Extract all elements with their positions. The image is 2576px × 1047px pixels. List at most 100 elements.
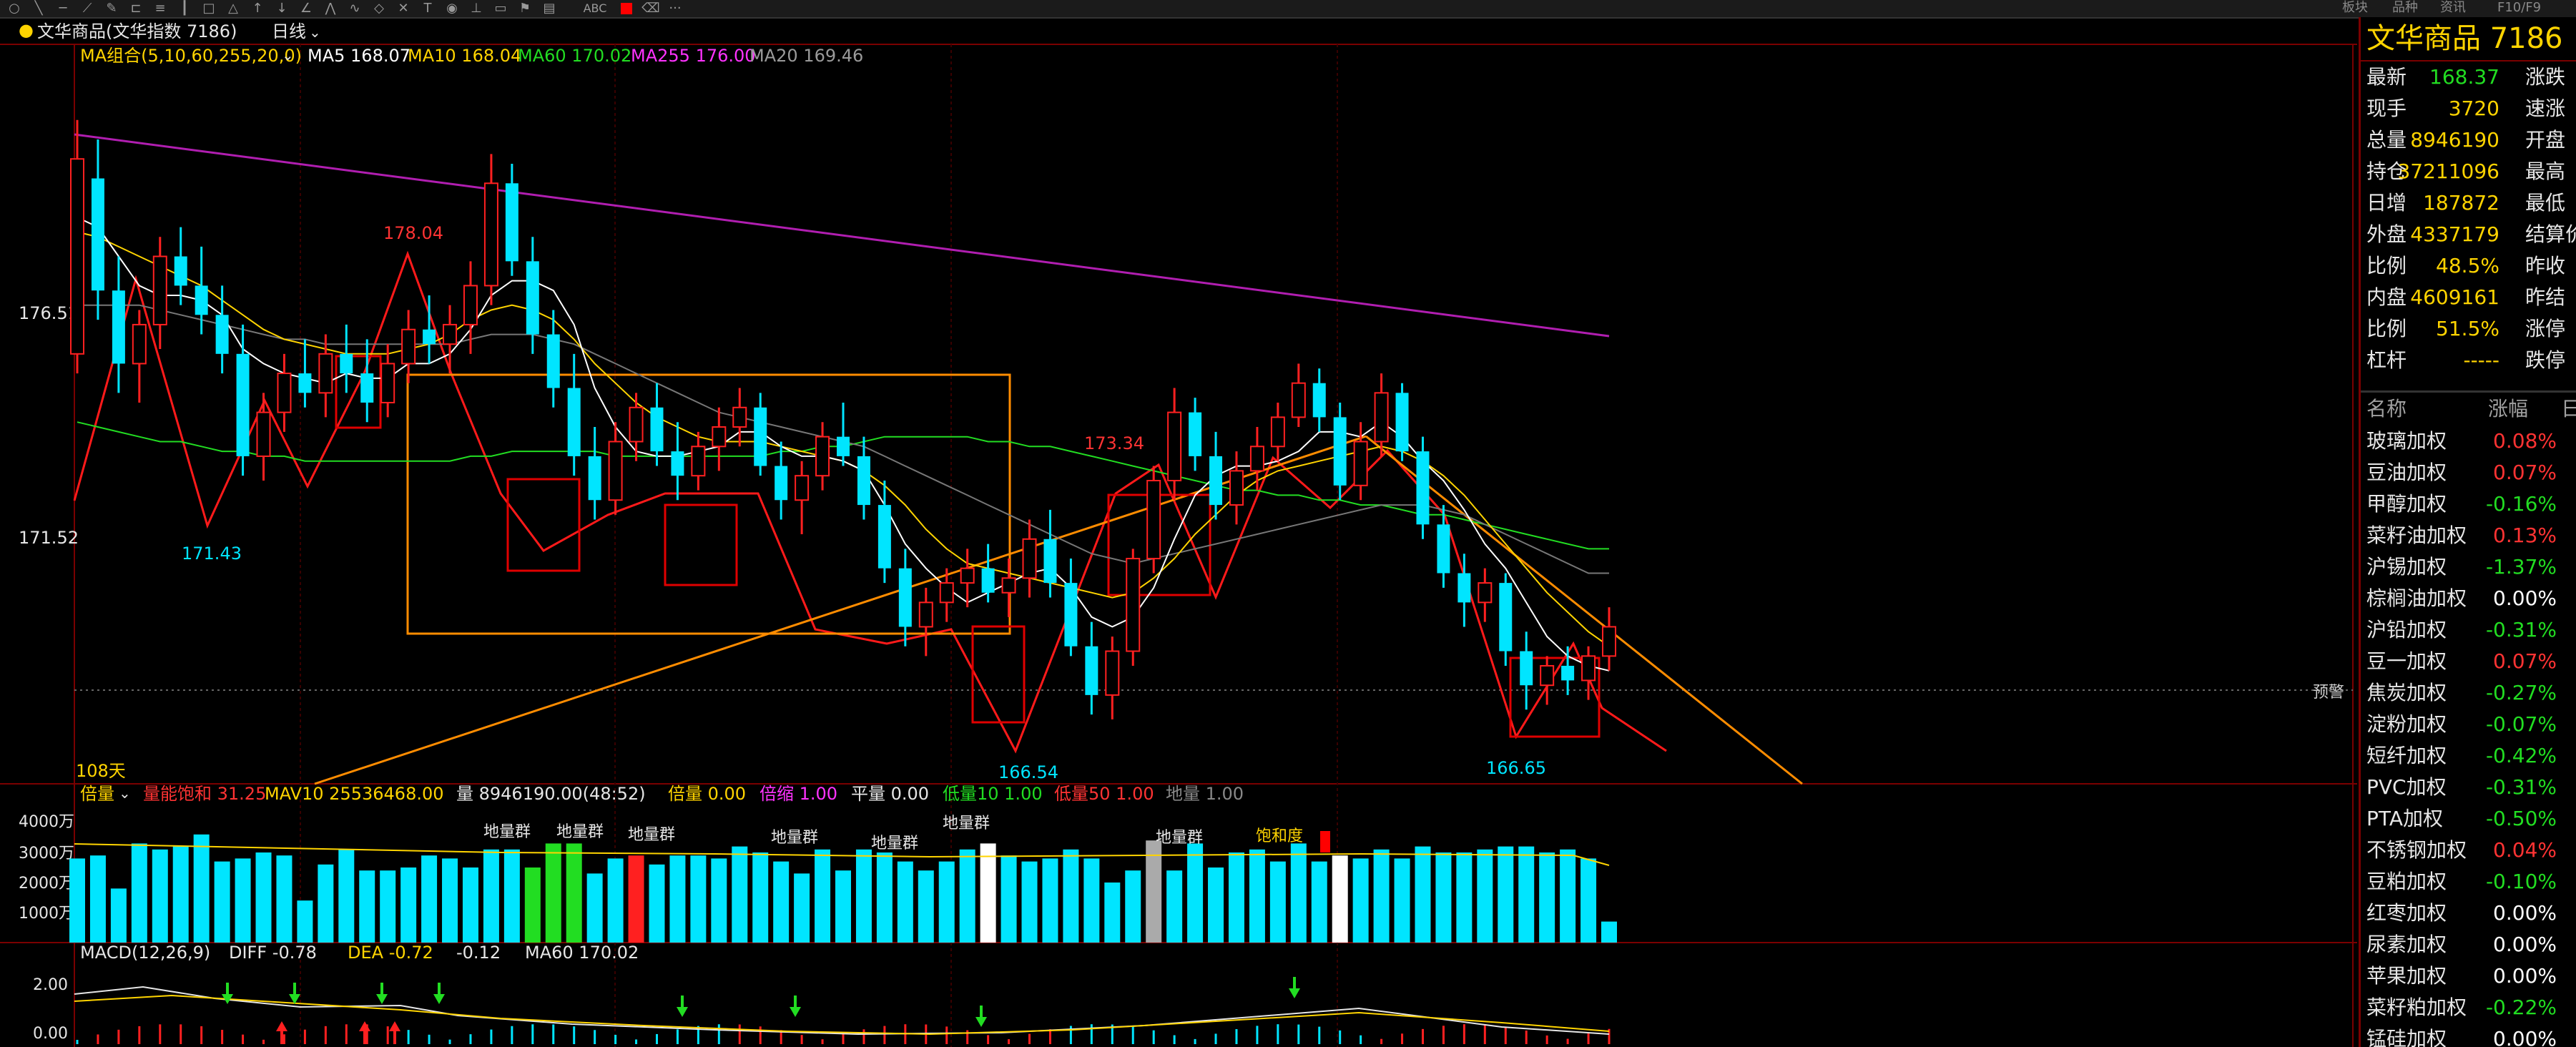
commodity-change: 0.00% — [2493, 933, 2557, 956]
volume-bar — [276, 855, 292, 943]
volume-bar — [1125, 870, 1141, 943]
commodity-change: -0.27% — [2485, 681, 2557, 704]
volume-bar — [1394, 858, 1410, 943]
volume-bar — [1498, 846, 1514, 943]
commodity-row[interactable]: 锰硅加权 0.00% — [2361, 1023, 2576, 1047]
volume-tick-2: 3000万 — [19, 845, 74, 862]
quote-key-2: 昨收 — [2525, 254, 2566, 277]
vol-legend-item: 倍量 0.00 — [668, 784, 746, 804]
volume-bar — [628, 855, 644, 943]
candle-body — [340, 353, 353, 374]
candle-body — [1085, 646, 1098, 695]
candle-body — [877, 505, 891, 569]
macd-tick-1: 2.00 — [33, 976, 68, 994]
macd-tick-2: 0.00 — [33, 1025, 68, 1043]
list-header-day[interactable]: 日 — [2561, 393, 2576, 426]
volume-bar — [669, 855, 686, 943]
warning-label[interactable]: 预警 — [2313, 684, 2344, 702]
period-select[interactable]: 日线 — [272, 21, 306, 41]
commodity-row[interactable]: 沪锡加权 -1.37% — [2361, 551, 2576, 583]
volume-bar — [855, 849, 872, 943]
commodity-name: 沪铅加权 — [2366, 618, 2447, 642]
volume-bar — [1001, 855, 1017, 943]
volume-bar — [1352, 858, 1369, 943]
commodity-change: -0.07% — [2485, 712, 2557, 736]
commodity-row[interactable]: 红枣加权 0.00% — [2361, 898, 2576, 929]
commodity-change: 0.08% — [2493, 429, 2557, 453]
commodity-row[interactable]: 豆粕加权 -0.10% — [2361, 866, 2576, 898]
commodity-row[interactable]: 甲醇加权 -0.16% — [2361, 488, 2576, 520]
ma20-legend: MA20 169.46 — [749, 46, 863, 66]
quote-key-2: 涨跌 — [2525, 65, 2566, 89]
commodity-row[interactable]: PTA加权 -0.50% — [2361, 803, 2576, 835]
quote-row: 最新 168.37 涨跌 — [2361, 62, 2576, 93]
commodity-row[interactable]: 焦炭加权 -0.27% — [2361, 677, 2576, 709]
quote-key: 比例 — [2366, 254, 2407, 277]
commodity-name: 菜籽粕加权 — [2366, 996, 2467, 1019]
candle-body — [857, 456, 870, 506]
quote-key: 内盘 — [2366, 285, 2407, 309]
quote-key: 比例 — [2366, 317, 2407, 340]
candle-body — [546, 334, 560, 388]
candle-body — [671, 451, 684, 476]
commodity-row[interactable]: 菜籽粕加权 -0.22% — [2361, 992, 2576, 1023]
volume-bar — [794, 873, 810, 943]
commodity-change: 0.07% — [2493, 461, 2557, 484]
quote-key: 总量 — [2366, 128, 2407, 152]
commodity-row[interactable]: 菜籽油加权 0.13% — [2361, 520, 2576, 551]
candle-body — [960, 567, 975, 584]
candle-body — [981, 568, 995, 593]
volume-bar — [193, 834, 210, 943]
candle-body — [918, 601, 933, 628]
candle-body — [215, 315, 229, 354]
commodity-row[interactable]: 不锈钢加权 0.04% — [2361, 835, 2576, 866]
quote-key: 最新 — [2366, 65, 2407, 89]
commodity-row[interactable]: 棕榈油加权 0.00% — [2361, 583, 2576, 614]
volume-bar — [1601, 921, 1617, 943]
quote-value: 4337179 — [2410, 222, 2499, 246]
toolbar-text-4[interactable]: F10/F9 — [2497, 0, 2541, 16]
commodity-row[interactable]: 豆一加权 0.07% — [2361, 646, 2576, 677]
chevron-down-icon[interactable]: ⌄ — [309, 24, 321, 41]
commodity-name: 玻璃加权 — [2366, 429, 2447, 453]
candle-body — [1167, 411, 1182, 481]
list-header-name[interactable]: 名称 — [2366, 393, 2407, 426]
commodity-change: -0.16% — [2485, 492, 2557, 516]
quote-value: 8946190 — [2410, 128, 2499, 152]
low-volume-label: 地量群 — [943, 815, 990, 832]
candle-body — [567, 388, 581, 456]
volume-bar — [1104, 883, 1121, 943]
ma-group-label[interactable]: MA组合(5,10,60,255,20,0) — [80, 46, 302, 66]
candle-body — [360, 373, 374, 403]
list-header-change[interactable]: 涨幅 — [2488, 393, 2528, 426]
volume-chevron-icon[interactable]: ⌄ — [119, 785, 131, 802]
commodity-name: PVC加权 — [2366, 775, 2447, 799]
volume-tick-4: 1000万 — [19, 905, 74, 923]
commodity-row[interactable]: 豆油加权 0.07% — [2361, 457, 2576, 488]
annotation-low-1: 171.43 — [182, 544, 242, 564]
candle-body — [1499, 583, 1513, 652]
candle-body — [1457, 573, 1471, 603]
ma255-legend: MA255 176.00 — [631, 46, 756, 66]
commodity-change: 0.00% — [2493, 901, 2557, 925]
commodity-change: 0.00% — [2493, 1027, 2557, 1047]
commodity-row[interactable]: 玻璃加权 0.08% — [2361, 426, 2576, 457]
volume-bar — [380, 870, 396, 943]
ma-group-chevron-icon[interactable]: ⌄ — [282, 46, 294, 64]
candle-body — [732, 406, 747, 428]
commodity-row[interactable]: 沪铅加权 -0.31% — [2361, 614, 2576, 646]
commodity-row[interactable]: PVC加权 -0.31% — [2361, 772, 2576, 803]
toolbar-text-2[interactable]: 品种 — [2392, 0, 2418, 16]
commodity-row[interactable]: 短纤加权 -0.42% — [2361, 740, 2576, 772]
volume-indicator-select[interactable]: 倍量 — [80, 784, 114, 804]
commodity-row[interactable]: 淀粉加权 -0.07% — [2361, 709, 2576, 740]
commodity-row[interactable]: 苹果加权 0.00% — [2361, 960, 2576, 992]
commodity-row[interactable]: 尿素加权 0.00% — [2361, 929, 2576, 960]
volume-bar — [400, 867, 417, 943]
commodity-name: 沪锡加权 — [2366, 555, 2447, 579]
volume-bar — [690, 855, 707, 943]
candle-body — [939, 582, 954, 604]
toolbar-text-3[interactable]: 资讯 — [2440, 0, 2466, 16]
candle-body — [256, 411, 271, 457]
chart-area[interactable]: ● 文华商品(文华指数 7186) 日线 ⌄ MA组合(5,10,60,255,… — [0, 0, 2357, 1047]
